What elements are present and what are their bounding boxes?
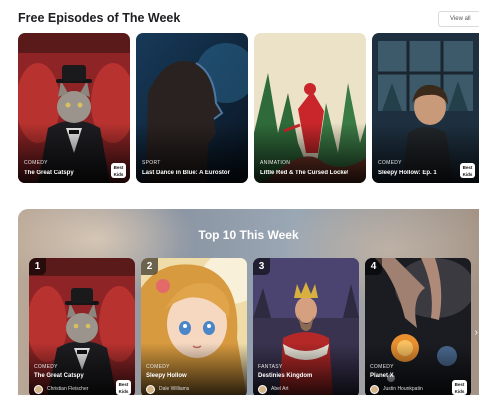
card-title: Last Dance in Blue: A Eurostory [142,170,230,176]
chevron-right-icon[interactable]: › [475,327,478,338]
author[interactable]: Abel Art [258,384,289,394]
author-name: Christian Fleischer [47,386,89,392]
card-genre: COMEDY [24,160,48,166]
rank-number: 1 [29,258,46,275]
top10-card[interactable]: 4 COMEDY Planet X Justin Hounkpatin Best… [365,258,471,395]
view-all-button[interactable]: View all [438,11,479,27]
top10-section: Top 10 This Week 1 COMEDY The Great Cats… [18,209,479,395]
avatar [34,384,43,394]
rank-number: 2 [141,258,158,275]
top10-card[interactable]: 2 COMEDY Sleepy Hollow Dale Williams [141,258,247,395]
card-genre: COMEDY [146,364,170,370]
episode-card[interactable]: COMEDY Sleepy Hollow: Ep. 1 Best Kids [372,33,479,183]
card-title: Destinies Kingdom [258,373,313,379]
top10-card[interactable]: 1 COMEDY The Great Catspy Christian Flei… [29,258,135,395]
card-genre: SPORT [142,160,161,166]
card-title: The Great Catspy [24,170,74,176]
card-title: Planet X [370,373,394,379]
card-title: Sleepy Hollow [146,373,187,379]
episode-card[interactable]: COMEDY The Great Catspy Best Kids [18,33,130,183]
card-genre: ANIMATION [260,160,291,166]
card-genre: COMEDY [34,364,58,370]
episode-card[interactable]: SPORT Last Dance in Blue: A Eurostory [136,33,248,183]
card-genre: COMEDY [370,364,394,370]
best-kids-badge: Best Kids [452,380,467,395]
author-name: Justin Hounkpatin [383,386,423,392]
best-kids-badge: Best Kids [460,163,475,178]
card-title: The Great Catspy [34,373,84,379]
rank-number: 3 [253,258,270,275]
author-name: Dale Williams [159,386,190,392]
card-title: Sleepy Hollow: Ep. 1 [378,170,437,176]
best-kids-badge: Best Kids [111,163,126,178]
author-name: Abel Art [271,386,289,392]
top10-card[interactable]: 3 FANTASY Destinies Kingdom Abel Art [253,258,359,395]
best-kids-badge: Best Kids [116,380,131,395]
avatar [370,384,379,394]
avatar [258,384,267,394]
author[interactable]: Christian Fleischer [34,384,88,394]
author[interactable]: Dale Williams [146,384,189,394]
section-title-top10: Top 10 This Week [198,228,299,242]
author[interactable]: Justin Hounkpatin [370,384,423,394]
section-title-free-episodes: Free Episodes of The Week [18,11,181,25]
episode-card[interactable]: ANIMATION Little Red & The Cursed Locket [254,33,366,183]
rank-number: 4 [365,258,382,275]
avatar [146,384,155,394]
card-title: Little Red & The Cursed Locket [260,170,348,176]
card-genre: COMEDY [378,160,402,166]
card-genre: FANTASY [258,364,283,370]
